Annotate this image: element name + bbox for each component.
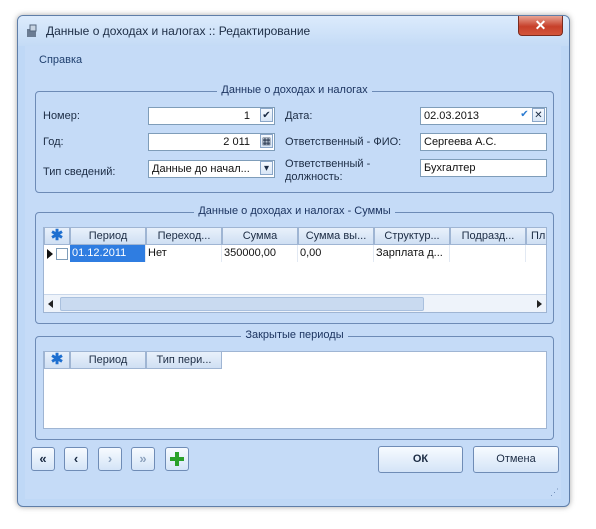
dialog-client: Справка Данные о доходах и налогах Номер… bbox=[25, 46, 561, 499]
cell-structure[interactable]: Зарплата д... bbox=[374, 245, 450, 262]
year-label: Год: bbox=[43, 136, 64, 148]
window-title: Данные о доходах и налогах :: Редактиров… bbox=[46, 24, 311, 38]
last-record-button[interactable]: » bbox=[131, 447, 155, 471]
cell-subdivision[interactable] bbox=[450, 245, 526, 262]
resp-fio-field[interactable]: Сергеева А.С. bbox=[420, 133, 547, 151]
scroll-left-icon[interactable] bbox=[48, 300, 53, 308]
col-sum[interactable]: Сумма bbox=[222, 228, 298, 245]
col-pl[interactable]: Пл bbox=[526, 228, 546, 245]
sums-grid: ✱ Период Переход... Сумма Сумма вы... Ст… bbox=[43, 227, 547, 313]
title-bar: Данные о доходах и налогах :: Редактиров… bbox=[18, 16, 569, 46]
type-select[interactable]: Данные до начал... bbox=[148, 160, 275, 178]
cancel-button[interactable]: Отмена bbox=[473, 446, 559, 473]
col-subdivision[interactable]: Подразд... bbox=[450, 228, 526, 245]
row-checkbox[interactable] bbox=[56, 248, 68, 260]
number-field[interactable]: 1 bbox=[148, 107, 275, 125]
number-label: Номер: bbox=[43, 110, 80, 122]
col-period[interactable]: Период bbox=[70, 228, 146, 245]
cell-sum[interactable]: 350000,00 bbox=[222, 245, 298, 262]
row-indicator-icon bbox=[47, 249, 53, 259]
cell-transition[interactable]: Нет bbox=[146, 245, 222, 262]
cell-period[interactable]: 01.12.2011 bbox=[70, 245, 146, 262]
col-transition[interactable]: Переход... bbox=[146, 228, 222, 245]
calculator-icon[interactable]: ▦ bbox=[260, 134, 273, 148]
year-field[interactable]: 2 011 bbox=[148, 133, 275, 151]
sums-group-title: Данные о доходах и налогах - Суммы bbox=[194, 205, 395, 217]
date-check-icon[interactable]: ✔ bbox=[518, 108, 531, 122]
scroll-right-icon[interactable] bbox=[537, 300, 542, 308]
date-label: Дата: bbox=[285, 110, 313, 122]
next-record-button[interactable]: › bbox=[98, 447, 122, 471]
dialog-window: Данные о доходах и налогах :: Редактиров… bbox=[17, 15, 570, 507]
info-group: Данные о доходах и налогах Номер: 1 ✔ Го… bbox=[35, 84, 554, 193]
col-structure[interactable]: Структур... bbox=[374, 228, 450, 245]
closed-periods-group: Закрытые периоды ✱ Период Тип пери... bbox=[35, 329, 554, 440]
prev-record-button[interactable]: ‹ bbox=[64, 447, 88, 471]
col-sum-out[interactable]: Сумма вы... bbox=[298, 228, 374, 245]
add-record-button[interactable] bbox=[165, 447, 189, 471]
chevron-down-icon[interactable]: ▾ bbox=[260, 161, 273, 175]
closed-group-title: Закрытые периоды bbox=[241, 329, 348, 341]
add-closed-row-icon[interactable]: ✱ bbox=[44, 352, 70, 369]
closed-grid: ✱ Период Тип пери... bbox=[43, 351, 547, 429]
cell-sum-out[interactable]: 0,00 bbox=[298, 245, 374, 262]
menu-help[interactable]: Справка bbox=[39, 54, 82, 66]
col-closed-period[interactable]: Период bbox=[70, 352, 146, 369]
number-check-icon[interactable]: ✔ bbox=[260, 108, 273, 122]
app-icon bbox=[27, 24, 37, 37]
sums-group: Данные о доходах и налогах - Суммы ✱ Пер… bbox=[35, 205, 554, 324]
first-record-button[interactable]: « bbox=[31, 447, 55, 471]
info-group-title: Данные о доходах и налогах bbox=[217, 84, 372, 96]
horizontal-scrollbar[interactable] bbox=[44, 294, 546, 312]
date-clear-icon[interactable]: ✕ bbox=[532, 108, 545, 122]
close-button[interactable]: ✕ bbox=[518, 16, 563, 36]
resp-pos-field[interactable]: Бухгалтер bbox=[420, 159, 547, 177]
scroll-thumb[interactable] bbox=[60, 297, 424, 311]
type-label: Тип сведений: bbox=[43, 166, 116, 178]
add-row-icon[interactable]: ✱ bbox=[44, 228, 70, 245]
col-closed-type[interactable]: Тип пери... bbox=[146, 352, 222, 369]
resize-grip-icon[interactable]: ⋰ bbox=[550, 488, 559, 497]
ok-button[interactable]: ОК bbox=[378, 446, 463, 473]
resp-pos-label: Ответственный - должность: bbox=[285, 158, 371, 183]
plus-icon bbox=[170, 452, 184, 466]
table-row[interactable]: 01.12.2011 Нет 350000,00 0,00 Зарплата д… bbox=[44, 245, 546, 262]
resp-fio-label: Ответственный - ФИО: bbox=[285, 136, 402, 148]
